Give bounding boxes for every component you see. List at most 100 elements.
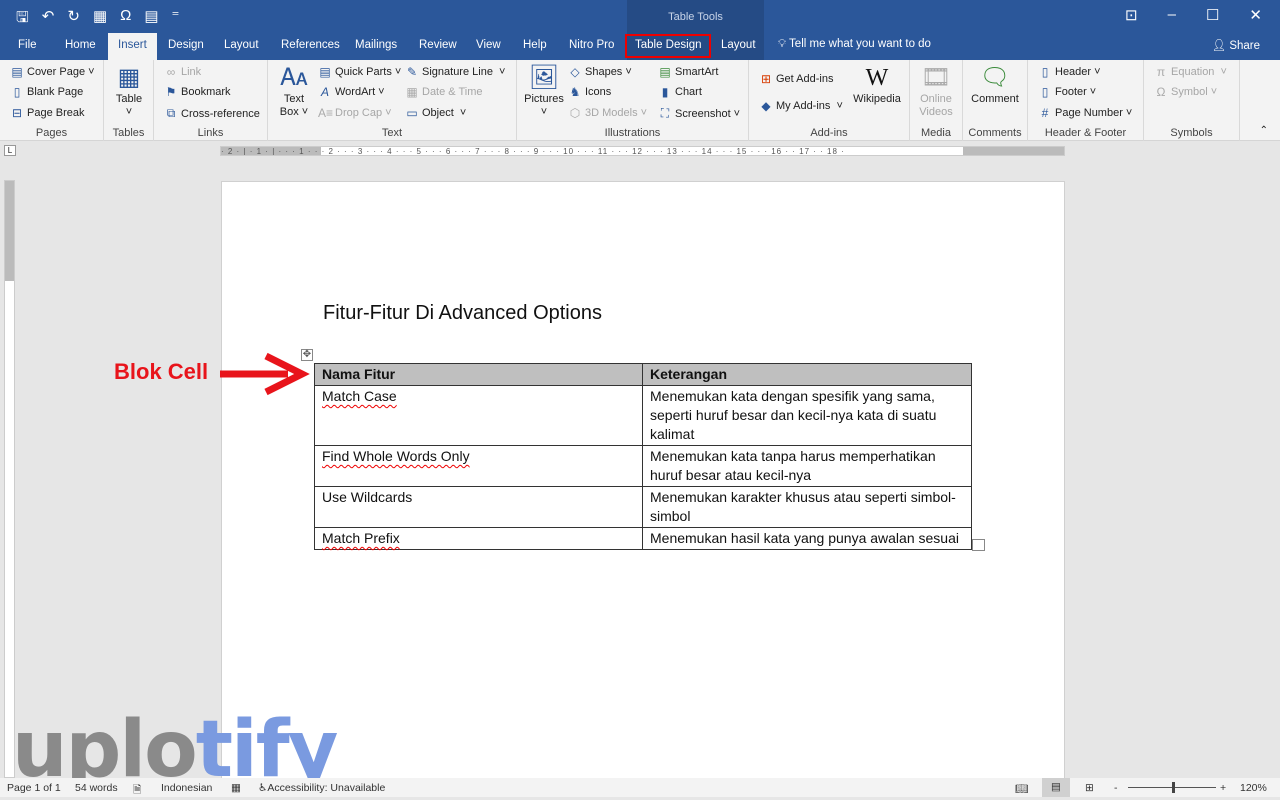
omega-icon[interactable]: Ω: [120, 7, 131, 32]
print-layout-icon[interactable]: ▤: [1042, 778, 1070, 797]
screenshot-icon: ⛶: [660, 106, 670, 120]
zoom-in-button[interactable]: +: [1220, 782, 1226, 794]
symbol-button[interactable]: Ω Symbol ˅: [1154, 85, 1218, 99]
tell-me-search[interactable]: 💡︎ Tell me what you want to do: [778, 38, 931, 51]
chart-button[interactable]: ▮ Chart: [658, 85, 702, 99]
footer-button[interactable]: ▯ Footer ˅: [1038, 85, 1097, 99]
ribbon-display-icon[interactable]: ⊡: [1125, 6, 1138, 24]
group-illustrations: 🖼︎ Pictures ˅ ◇ Shapes ˅ ♞ Icons ⬡ 3D Models …: [517, 60, 749, 141]
table-insert-icon[interactable]: ▦: [93, 7, 107, 32]
document-icon[interactable]: ▤: [144, 7, 158, 32]
icons-button[interactable]: ♞ Icons: [568, 85, 612, 99]
page-break-button[interactable]: ⊟ Page Break: [10, 106, 85, 120]
tab-file[interactable]: File: [18, 39, 37, 51]
web-layout-icon[interactable]: ⊞: [1085, 782, 1094, 794]
page-number-button[interactable]: # Page Number ˅: [1038, 106, 1133, 120]
table-button[interactable]: ▦ Table ˅: [112, 63, 146, 119]
store-icon: ⊞: [760, 72, 772, 86]
minimize-icon[interactable]: –: [1168, 6, 1176, 24]
my-addins-button[interactable]: ◆ My Add-ins ˅: [759, 99, 843, 113]
page-count[interactable]: Page 1 of 1: [7, 782, 61, 794]
customize-icon[interactable]: ⁼: [172, 7, 180, 32]
pictures-button[interactable]: 🖼︎ Pictures ˅: [523, 63, 565, 119]
table-icon: ▦: [117, 64, 141, 91]
screenshot-button[interactable]: ⛶ Screenshot ˅: [658, 106, 740, 121]
collapse-ribbon-icon[interactable]: ⌃: [1260, 125, 1268, 136]
blank-page-button[interactable]: ▯ Blank Page: [10, 85, 84, 99]
tab-design[interactable]: Design: [168, 39, 204, 51]
page-number-icon: #: [1041, 106, 1049, 120]
features-table[interactable]: Nama Fitur Keterangan Match Case Menemuk…: [314, 363, 972, 550]
table-cell[interactable]: Menemukan kata tanpa harus memperhatikan…: [642, 445, 972, 487]
person-icon: 👤︎: [1211, 40, 1230, 52]
redo-icon[interactable]: ↻: [67, 7, 80, 32]
table-cell[interactable]: Menemukan hasil kata yang punya awalan s…: [642, 527, 972, 550]
accessibility-status[interactable]: ♿︎Accessibility: Unavailable: [258, 782, 385, 794]
table-cell[interactable]: Match Prefix: [314, 527, 643, 550]
cube-icon: ⬡: [569, 106, 581, 120]
signature-line-button[interactable]: ✎ Signature Line ˅: [405, 65, 505, 79]
drop-cap-button[interactable]: A≡ Drop Cap ˅: [318, 106, 392, 120]
header-button[interactable]: ▯ Header ˅: [1038, 65, 1101, 79]
table-cell[interactable]: Match Case: [314, 385, 643, 446]
zoom-out-button[interactable]: -: [1114, 782, 1118, 794]
zoom-level[interactable]: 120%: [1240, 782, 1267, 794]
wikipedia-button[interactable]: W Wikipedia: [849, 63, 905, 106]
get-addins-button[interactable]: ⊞ Get Add-ins: [759, 72, 834, 86]
tab-view[interactable]: View: [476, 39, 501, 51]
header-cell[interactable]: Keterangan: [642, 363, 972, 386]
tab-table-design[interactable]: Table Design: [625, 34, 712, 58]
tab-references[interactable]: References: [281, 39, 340, 51]
vertical-ruler[interactable]: [4, 180, 15, 778]
3d-models-button[interactable]: ⬡ 3D Models ˅: [568, 106, 647, 120]
horizontal-ruler[interactable]: L · 2 · | · 1 · | · · · 1 · · · 2 · · · …: [0, 141, 1280, 160]
cover-page-button[interactable]: ▤ Cover Page ˅: [10, 65, 94, 79]
tab-table-layout[interactable]: Layout: [721, 39, 756, 51]
table-resize-handle[interactable]: [972, 539, 985, 551]
language[interactable]: Indonesian: [161, 782, 212, 794]
tab-mailings[interactable]: Mailings: [355, 39, 397, 51]
zoom-slider-thumb[interactable]: [1172, 782, 1175, 793]
word-count[interactable]: 54 words: [75, 782, 118, 794]
comment-button[interactable]: 🗨︎ Comment: [966, 63, 1024, 106]
shapes-button[interactable]: ◇ Shapes ˅: [568, 65, 631, 79]
table-cell[interactable]: Use Wildcards: [314, 486, 643, 528]
group-addins: ⊞ Get Add-ins ◆ My Add-ins ˅ W Wikipedia Ad…: [749, 60, 910, 141]
date-time-button[interactable]: ▦ Date & Time: [405, 85, 482, 99]
header-cell[interactable]: Nama Fitur: [314, 363, 643, 386]
equation-button[interactable]: π Equation ˅: [1154, 65, 1227, 79]
share-button[interactable]: 👤︎ Share: [1212, 38, 1260, 52]
table-row: Find Whole Words Only Menemukan kata tan…: [314, 445, 972, 487]
picture-icon: 🖼︎: [528, 64, 560, 91]
group-tables: ▦ Table ˅ Tables: [104, 60, 154, 141]
close-icon[interactable]: ✕: [1249, 6, 1262, 24]
text-box-button[interactable]: 🗛︎ Text Box ˅: [276, 63, 312, 119]
tab-insert[interactable]: Insert: [108, 33, 157, 60]
smartart-button[interactable]: ▤ SmartArt: [658, 65, 718, 79]
bookmark-button[interactable]: ⚑ Bookmark: [164, 85, 231, 99]
link-button[interactable]: ∞ Link: [164, 65, 201, 79]
online-videos-button[interactable]: 🎞︎ Online Videos: [916, 63, 956, 119]
undo-icon[interactable]: ↶: [42, 7, 55, 32]
group-header-footer: ▯ Header ˅ ▯ Footer ˅ # Page Number ˅ Heade…: [1028, 60, 1144, 141]
maximize-icon[interactable]: ☐: [1206, 6, 1219, 24]
quick-parts-button[interactable]: ▤ Quick Parts ˅: [318, 65, 401, 79]
table-cell[interactable]: Menemukan kata dengan spesifik yang sama…: [642, 385, 972, 446]
tab-selector-icon[interactable]: L: [4, 145, 16, 156]
tab-nitro-pro[interactable]: Nitro Pro: [569, 39, 614, 51]
wordart-button[interactable]: A WordArt ˅: [318, 85, 385, 99]
proofing-icon[interactable]: 🗎: [133, 782, 141, 800]
tab-home[interactable]: Home: [65, 39, 96, 51]
cross-reference-button[interactable]: ⧉ Cross-reference: [164, 106, 260, 121]
table-cell[interactable]: Menemukan karakter khusus atau seperti s…: [642, 486, 972, 528]
read-mode-icon[interactable]: 📖︎: [1015, 782, 1028, 795]
tab-help[interactable]: Help: [523, 39, 547, 51]
save-icon[interactable]: 🖫: [16, 7, 29, 32]
object-button[interactable]: ▭ Object ˅: [405, 106, 466, 120]
table-cell[interactable]: Find Whole Words Only: [314, 445, 643, 487]
blank-page-icon: ▯: [13, 85, 21, 99]
icons-icon: ♞: [569, 85, 581, 99]
tab-layout[interactable]: Layout: [224, 39, 259, 51]
tab-review[interactable]: Review: [419, 39, 457, 51]
macro-icon[interactable]: ▦: [231, 782, 241, 794]
